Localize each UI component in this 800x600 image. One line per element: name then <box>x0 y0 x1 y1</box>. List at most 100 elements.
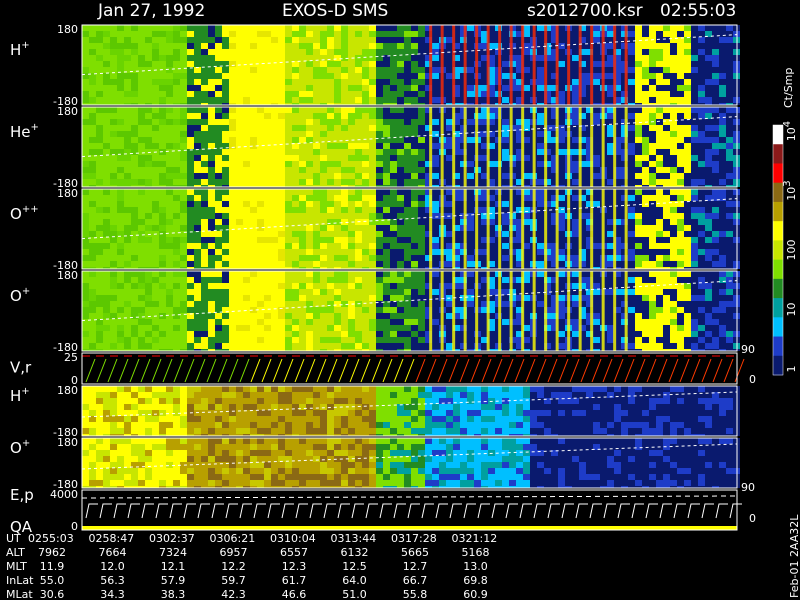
spectrogram-cell <box>572 113 579 119</box>
spectrogram-cell <box>677 143 684 149</box>
spectrogram-cell <box>572 49 579 55</box>
spectrogram-cell <box>726 131 733 137</box>
spectrogram-cell <box>726 173 733 179</box>
spectrogram-cell <box>432 261 439 267</box>
spectrogram-cell <box>131 125 138 131</box>
spectrogram-cell <box>110 143 117 149</box>
spectrogram-cell <box>285 37 292 43</box>
spectrogram-cell <box>110 161 117 167</box>
spectrogram-cell <box>537 37 544 43</box>
spectrogram-cell <box>166 219 173 225</box>
spectrogram-cell <box>397 85 404 91</box>
spectrogram-cell <box>418 73 425 79</box>
spectrogram-cell <box>355 37 362 43</box>
spectrogram-cell <box>663 179 670 185</box>
spectrogram-cell <box>691 207 698 213</box>
spectrogram-cell <box>537 49 544 55</box>
spectrogram-cell <box>89 219 96 225</box>
spectrogram-cell <box>313 167 320 173</box>
spectrogram-cell <box>320 85 327 91</box>
spectrogram-cell <box>271 289 278 295</box>
spectrogram-cell <box>362 289 369 295</box>
spectrogram-cell <box>306 25 313 31</box>
spectrogram-cell <box>628 255 635 261</box>
spectrogram-cell <box>705 255 712 261</box>
spectrogram-cell <box>292 167 299 173</box>
spectrogram-cell <box>334 301 341 307</box>
spectrogram-cell <box>383 307 390 313</box>
spectrogram-cell <box>656 219 663 225</box>
spectrogram-cell <box>229 289 236 295</box>
spectrogram-cell <box>313 73 320 79</box>
spectrogram-cell <box>243 79 250 85</box>
spectrogram-cell <box>593 195 600 201</box>
spectrogram-cell <box>89 213 96 219</box>
spectrogram-cell <box>292 319 299 325</box>
spectrogram-cell <box>558 237 565 243</box>
spectrogram-cell <box>299 61 306 67</box>
spectrogram-cell <box>124 337 131 343</box>
spectrogram-cell <box>159 343 166 349</box>
spectrogram-cell <box>404 225 411 231</box>
spectrogram-cell <box>222 43 229 49</box>
spectrogram-cell <box>320 337 327 343</box>
spectrogram-cell <box>264 213 271 219</box>
spectrogram-cell <box>313 283 320 289</box>
spectrogram-cell <box>411 301 418 307</box>
spectrogram-cell <box>250 137 257 143</box>
spectrogram-cell <box>663 67 670 73</box>
spectrogram-cell <box>642 49 649 55</box>
spectrogram-cell <box>383 85 390 91</box>
spectrogram-cell <box>229 213 236 219</box>
spectrogram-cell <box>285 283 292 289</box>
spectrogram-cell <box>705 55 712 61</box>
spectrogram-cell <box>229 49 236 55</box>
spectrogram-cell <box>719 255 726 261</box>
spin-stripe <box>532 107 536 187</box>
spectrogram-cell <box>215 289 222 295</box>
spectrogram-cell <box>103 131 110 137</box>
spectrogram-cell <box>194 343 201 349</box>
spectrogram-cell <box>138 173 145 179</box>
spectrogram-cell <box>236 231 243 237</box>
spin-stripe <box>521 107 525 187</box>
spectrogram-cell <box>537 91 544 97</box>
spectrogram-cell <box>82 313 89 319</box>
spectrogram-cell <box>103 67 110 73</box>
spectrogram-cell <box>299 295 306 301</box>
spectrogram-cell <box>705 37 712 43</box>
spectrogram-cell <box>348 61 355 67</box>
spectrogram-cell <box>159 277 166 283</box>
spectrogram-cell <box>404 189 411 195</box>
spectrogram-cell <box>159 73 166 79</box>
spectrogram-cell <box>89 277 96 283</box>
spectrogram-cell <box>383 255 390 261</box>
spectrogram-cell <box>222 119 229 125</box>
spectrogram-cell <box>194 79 201 85</box>
spectrogram-cell <box>467 201 474 207</box>
spectrogram-cell <box>362 271 369 277</box>
spectrogram-cell <box>257 283 264 289</box>
spectrogram-cell <box>383 283 390 289</box>
spectrogram-cell <box>173 207 180 213</box>
spectrogram-cell <box>229 313 236 319</box>
spectrogram-cell <box>642 155 649 161</box>
spectrogram-cell <box>285 337 292 343</box>
spectrogram-cell <box>537 85 544 91</box>
spectrogram-cell <box>201 37 208 43</box>
spectrogram-cell <box>691 189 698 195</box>
spectrogram-cell <box>173 189 180 195</box>
spectrogram-cell <box>299 337 306 343</box>
spectrogram-cell <box>467 261 474 267</box>
spectrogram-cell <box>124 155 131 161</box>
spectrogram-cell <box>341 85 348 91</box>
spectrogram-cell <box>131 207 138 213</box>
spectrogram-cell <box>607 49 614 55</box>
spectrogram-cell <box>306 119 313 125</box>
spectrogram-cell <box>285 55 292 61</box>
spectrogram-cell <box>327 119 334 125</box>
spectrogram-cell <box>299 173 306 179</box>
spectrogram-cell <box>229 143 236 149</box>
spectrogram-cell <box>313 337 320 343</box>
spectrogram-cell <box>117 337 124 343</box>
